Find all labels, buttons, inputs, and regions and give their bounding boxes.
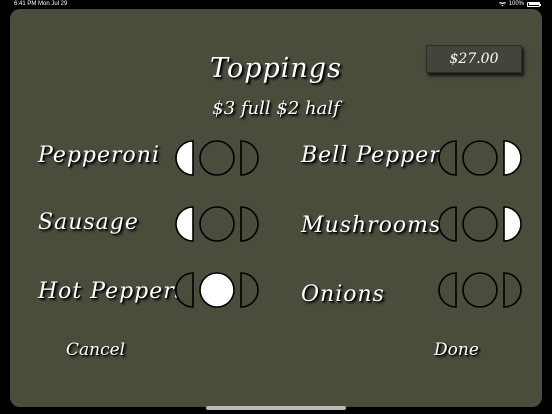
topping-selector-sausage[interactable] [174, 204, 260, 244]
topping-label-onions: Onions [301, 282, 385, 307]
battery-percent: 100% [508, 1, 524, 7]
left-half-option[interactable] [438, 140, 457, 176]
topping-selector-hot-peppers[interactable] [174, 270, 260, 310]
left-half-option[interactable] [175, 206, 194, 242]
whole-option[interactable] [199, 272, 235, 308]
topping-selector-mushrooms[interactable] [437, 204, 523, 244]
right-half-option[interactable] [240, 272, 259, 308]
topping-label-pepperoni: Pepperoni [38, 143, 160, 168]
topping-selector-onions[interactable] [437, 270, 523, 310]
topping-label-bell-peppers: Bell Peppers [301, 143, 454, 168]
cancel-button[interactable]: Cancel [66, 340, 125, 360]
left-half-option[interactable] [438, 272, 457, 308]
right-half-option[interactable] [240, 206, 259, 242]
topping-selector-bell-peppers[interactable] [437, 138, 523, 178]
whole-option[interactable] [199, 140, 235, 176]
status-time: 6:41 PM [14, 1, 37, 7]
right-half-option[interactable] [503, 140, 522, 176]
whole-option[interactable] [462, 140, 498, 176]
topping-label-sausage: Sausage [38, 210, 139, 235]
right-half-option[interactable] [240, 140, 259, 176]
whole-option[interactable] [462, 206, 498, 242]
page-subtitle: $3 full $2 half [212, 98, 340, 119]
left-half-option[interactable] [175, 140, 194, 176]
wifi-icon [498, 1, 506, 6]
status-right: 100% [498, 1, 541, 7]
left-half-option[interactable] [438, 206, 457, 242]
done-button[interactable]: Done [434, 340, 479, 360]
topping-selector-pepperoni[interactable] [174, 138, 260, 178]
battery-icon [527, 1, 541, 7]
page-title: Toppings [210, 53, 342, 84]
right-half-option[interactable] [503, 272, 522, 308]
whole-option[interactable] [199, 206, 235, 242]
whole-option[interactable] [462, 272, 498, 308]
right-half-option[interactable] [503, 206, 522, 242]
topping-label-mushrooms: Mushrooms [301, 213, 442, 238]
status-date: Mon Jul 29 [38, 1, 68, 7]
home-indicator[interactable] [206, 406, 346, 410]
topping-label-hot-peppers: Hot Peppers [38, 279, 188, 304]
left-half-option[interactable] [175, 272, 194, 308]
status-bar: 6:41 PM Mon Jul 29 100% [0, 0, 552, 9]
